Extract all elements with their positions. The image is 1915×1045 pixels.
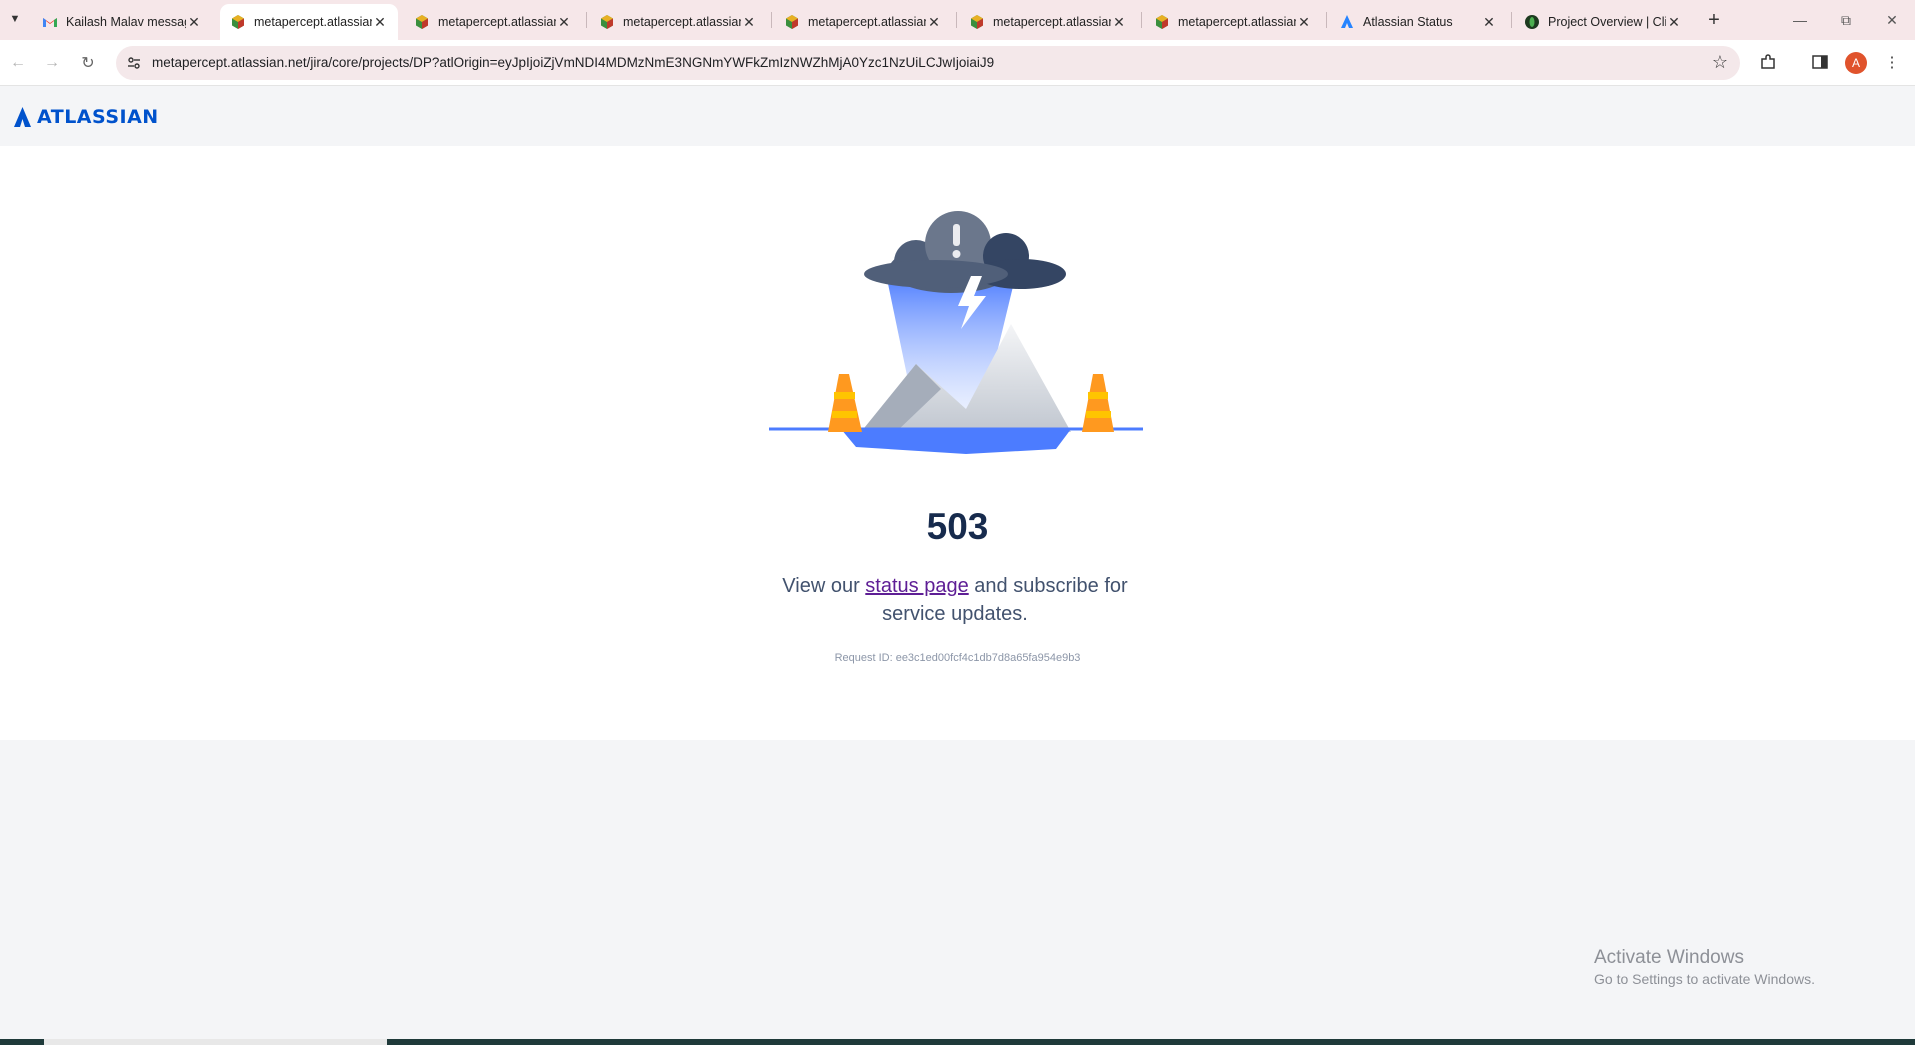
atlassian-site-icon [232, 15, 244, 29]
close-tab-icon[interactable]: ✕ [1296, 14, 1312, 31]
forward-icon[interactable]: → [38, 49, 66, 77]
request-id: Request ID: ee3c1ed00fcf4c1db7d8a65fa954… [834, 652, 1081, 664]
atlassian-logo-icon [14, 107, 31, 127]
browser-toolbar: ← → ↻ metapercept.atlassian.net/jira/cor… [0, 40, 1915, 86]
close-tab-icon[interactable]: ✕ [1666, 14, 1682, 31]
windows-activation-watermark: Activate Windows Go to Settings to activ… [1594, 947, 1815, 987]
profile-avatar[interactable]: A [1845, 52, 1867, 74]
tab-divider [586, 12, 587, 28]
tab-title: metapercept.atlassian [254, 15, 372, 29]
address-bar[interactable]: metapercept.atlassian.net/jira/core/proj… [116, 46, 1740, 80]
tab-title: metapercept.atlassian [808, 15, 926, 29]
atlassian-site-icon [416, 15, 428, 29]
browser-tab-active[interactable]: metapercept.atlassian ✕ [220, 4, 398, 40]
close-tab-icon[interactable]: ✕ [926, 14, 942, 31]
atlassian-site-icon [786, 15, 798, 29]
tab-title: Atlassian Status [1363, 15, 1453, 29]
browser-tab[interactable]: Kailash Malav messag ✕ [32, 4, 212, 40]
close-tab-icon[interactable]: ✕ [372, 14, 388, 31]
url-text[interactable]: metapercept.atlassian.net/jira/core/proj… [152, 55, 994, 70]
tab-divider [1141, 12, 1142, 28]
browser-tab[interactable]: metapercept.atlassian ✕ [589, 4, 767, 40]
site-settings-icon[interactable] [124, 53, 144, 73]
error-content: 503 View our status page and subscribe f… [0, 146, 1915, 740]
tab-divider [1511, 12, 1512, 28]
tab-title: metapercept.atlassian [993, 15, 1111, 29]
watermark-subtitle: Go to Settings to activate Windows. [1594, 971, 1815, 987]
browser-tab[interactable]: Atlassian Status ✕ [1329, 4, 1507, 40]
tab-title: Project Overview | Cli [1548, 15, 1666, 29]
error-code: 503 [926, 506, 989, 547]
tab-divider [1326, 12, 1327, 28]
brand-name: ATLASSIAN [37, 106, 159, 128]
atlassian-site-icon [1156, 15, 1168, 29]
menu-icon[interactable]: ⋮ [1880, 50, 1904, 74]
extensions-icon[interactable] [1756, 50, 1780, 74]
side-panel-icon[interactable] [1808, 50, 1832, 74]
storm-cloud-illustration [769, 211, 1143, 454]
tab-search-icon[interactable]: ▼ [4, 8, 26, 30]
browser-tab[interactable]: Project Overview | Cli ✕ [1514, 4, 1692, 40]
close-tab-icon[interactable]: ✕ [186, 14, 202, 31]
tab-title: Kailash Malav messag [66, 15, 186, 29]
tab-title: metapercept.atlassian [623, 15, 741, 29]
close-tab-icon[interactable]: ✕ [556, 14, 572, 31]
tab-title: metapercept.atlassian [438, 15, 556, 29]
error-message: View our status page and subscribe for s… [760, 572, 1150, 628]
tab-title: metapercept.atlassian [1178, 15, 1296, 29]
tab-divider [771, 12, 772, 28]
minimize-icon[interactable]: — [1777, 0, 1823, 40]
close-tab-icon[interactable]: ✕ [741, 14, 757, 31]
bookmark-star-icon[interactable]: ☆ [1712, 52, 1728, 73]
atlassian-site-icon [601, 15, 613, 29]
close-window-icon[interactable]: ✕ [1869, 0, 1915, 40]
taskbar-highlight [44, 1039, 387, 1045]
project-icon [1525, 15, 1539, 29]
atlassian-icon [1341, 15, 1353, 28]
browser-tab[interactable]: metapercept.atlassian ✕ [774, 4, 952, 40]
browser-tab[interactable]: metapercept.atlassian ✕ [404, 4, 582, 40]
close-tab-icon[interactable]: ✕ [1111, 14, 1127, 31]
watermark-title: Activate Windows [1594, 947, 1744, 968]
browser-tab[interactable]: metapercept.atlassian ✕ [1144, 4, 1322, 40]
gmail-icon [43, 18, 57, 27]
close-tab-icon[interactable]: ✕ [1481, 14, 1497, 31]
status-page-link[interactable]: status page [865, 575, 968, 597]
browser-tab[interactable]: metapercept.atlassian ✕ [959, 4, 1137, 40]
new-tab-icon[interactable]: + [1700, 6, 1728, 34]
atlassian-logo[interactable]: ATLASSIAN [14, 106, 159, 128]
message-prefix: View our [782, 575, 866, 597]
restore-icon[interactable]: ⧉ [1823, 0, 1869, 40]
back-icon[interactable]: ← [4, 49, 32, 77]
reload-icon[interactable]: ↻ [74, 49, 102, 77]
atlassian-site-icon [971, 15, 983, 29]
browser-tab-strip: ▼ Kailash Malav messag ✕ metapercept.atl… [0, 0, 1915, 40]
tab-divider [956, 12, 957, 28]
page-header: ATLASSIAN [0, 87, 1915, 146]
taskbar-edge [0, 1039, 1915, 1045]
